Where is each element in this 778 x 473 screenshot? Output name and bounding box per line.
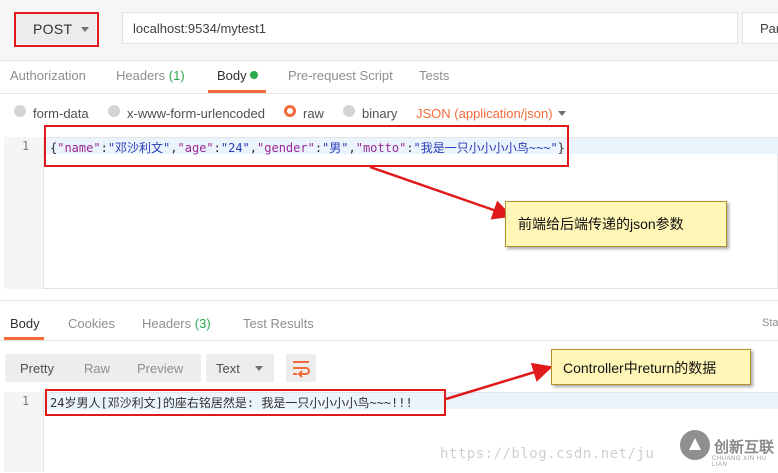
logo-text: 创新互联 <box>714 439 775 456</box>
chuangxin-logo-icon <box>680 430 710 460</box>
request-annotation-callout: 前端给后端传递的json参数 <box>505 201 727 247</box>
request-annotation-text: 前端给后端传递的json参数 <box>518 216 684 232</box>
response-arrow <box>445 362 553 401</box>
watermark-url: https://blog.csdn.net/ju <box>440 446 655 462</box>
response-annotation-text: Controller中return的数据 <box>563 360 717 376</box>
response-annotation-callout: Controller中return的数据 <box>551 349 751 385</box>
request-arrow <box>369 165 513 220</box>
logo-subtext: CHUANG XIN HU LIAN <box>712 456 767 468</box>
